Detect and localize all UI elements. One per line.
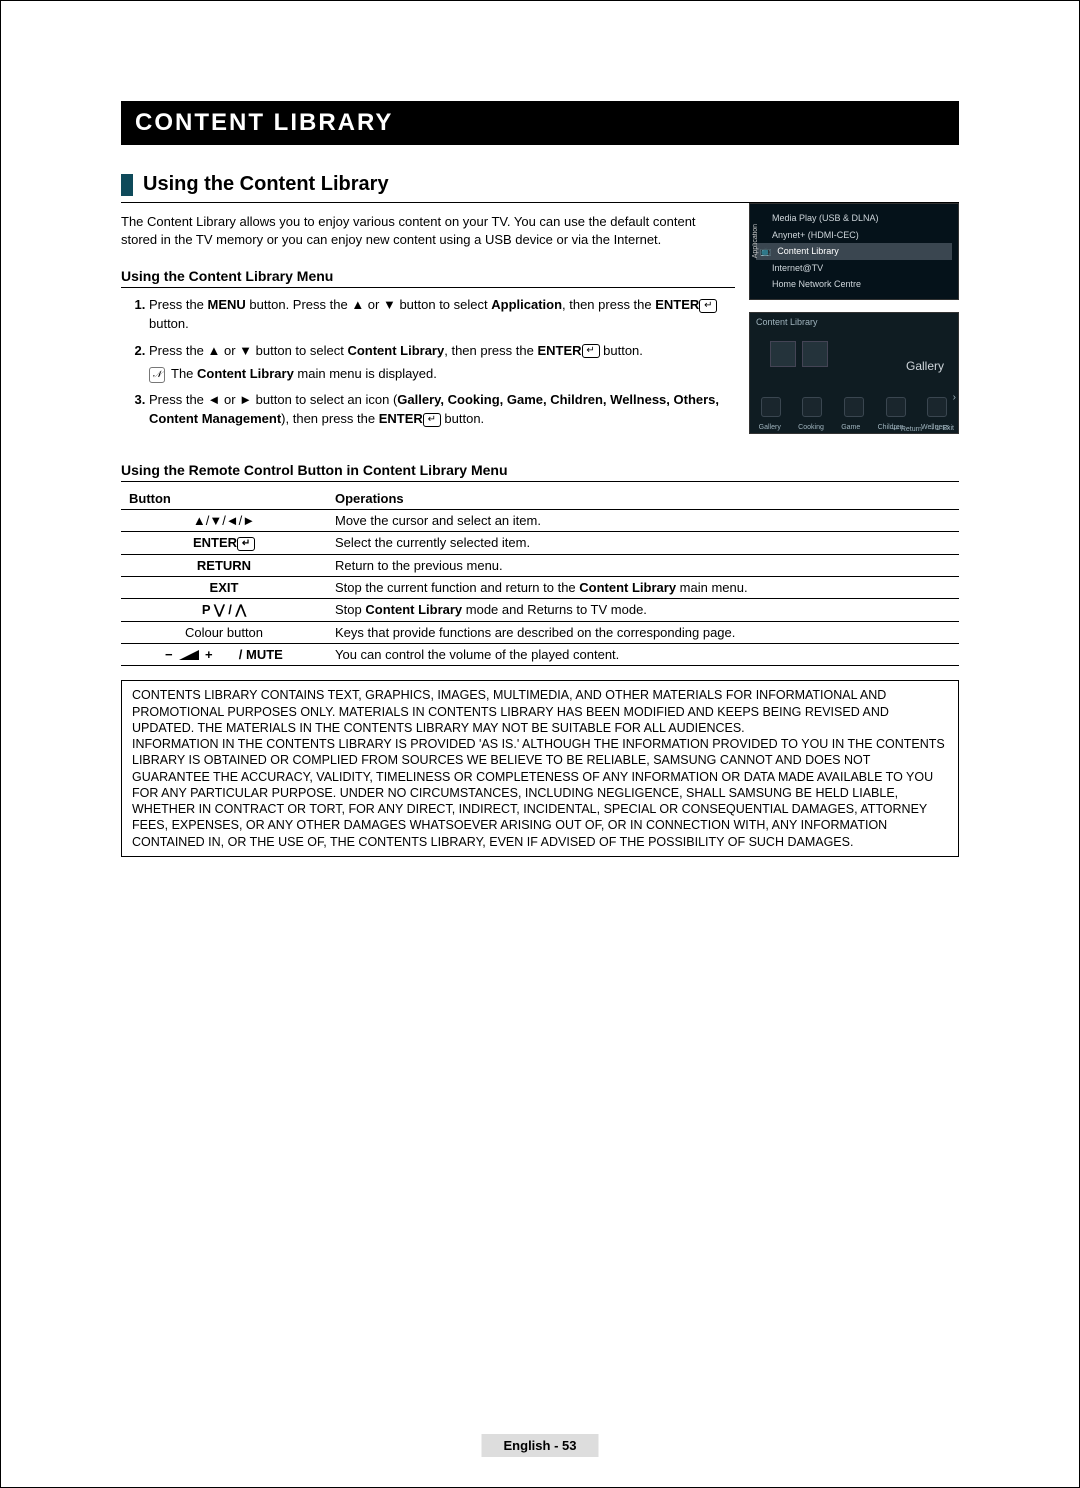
table-row: EXIT Stop the current function and retur… (121, 576, 959, 598)
enter-icon (423, 413, 441, 427)
volume-icon: − + (165, 648, 235, 662)
label-content-library: Content Library (347, 343, 444, 358)
text: button. (600, 343, 643, 358)
section-marker-icon (121, 174, 133, 196)
osd-content-library: Content Library Gallery › Gallery Cookin… (749, 312, 959, 434)
text: Press the ▲ or ▼ button to select (149, 343, 347, 358)
arrow-right-icon: › (953, 392, 956, 403)
text: , then press the (562, 297, 655, 312)
button-table: Button Operations ▲/▼/◄/► Move the curso… (121, 488, 959, 666)
text: button. Press the ▲ or ▼ button to selec… (246, 297, 491, 312)
text: button. (441, 411, 484, 426)
th-operations: Operations (327, 488, 959, 510)
btn-colour: Colour button (121, 621, 327, 643)
osd-item-homenetwork: Home Network Centre (756, 276, 952, 293)
table-row: − + / MUTE You can control the volume of… (121, 643, 959, 666)
table-row: RETURN Return to the previous menu. (121, 554, 959, 576)
osd2-selected-label: Gallery (906, 359, 944, 373)
enter-icon (699, 299, 717, 313)
svg-text:+: + (205, 648, 213, 662)
osd2-cat-gallery: Gallery (759, 424, 781, 431)
th-button: Button (121, 488, 327, 510)
osd-item-anynet: Anynet+ (HDMI-CEC) (756, 227, 952, 244)
table-row: Colour button Keys that provide function… (121, 621, 959, 643)
op-text: Keys that provide functions are describe… (327, 621, 959, 643)
chapter-header: CONTENT LIBRARY (121, 101, 959, 145)
note-text: The Content Library main menu is display… (171, 365, 437, 384)
page-footer: English - 53 (482, 1434, 599, 1457)
table-row: P ⋁ / ⋀ Stop Content Library mode and Re… (121, 598, 959, 621)
osd2-return: ↩ Return (893, 425, 922, 433)
op-text: Return to the previous menu. (327, 554, 959, 576)
svg-text:−: − (165, 648, 173, 662)
btn-return: RETURN (121, 554, 327, 576)
op-text: Stop the current function and return to … (327, 576, 959, 598)
text: ), then press the (281, 411, 379, 426)
note-icon: 𝒩 (149, 367, 165, 383)
btn-arrows: ▲/▼/◄/► (121, 510, 327, 532)
label-enter: ENTER (655, 297, 699, 312)
step-1: Press the MENU button. Press the ▲ or ▼ … (149, 296, 735, 334)
text: Press the ◄ or ► button to select an ico… (149, 392, 397, 407)
content-area: CONTENT LIBRARY Using the Content Librar… (121, 101, 959, 1387)
op-text: Move the cursor and select an item. (327, 510, 959, 532)
label-enter: ENTER (379, 411, 423, 426)
enter-icon (582, 344, 600, 358)
osd2-cat-game: Game (841, 424, 860, 431)
btn-p-updown: P ⋁ / ⋀ (121, 598, 327, 621)
osd-item-content-library: Content Library (756, 243, 952, 260)
op-text: Select the currently selected item. (327, 532, 959, 555)
label-enter: ENTER (537, 343, 581, 358)
osd-item-internettv: Internet@TV (756, 260, 952, 277)
text: Press the (149, 297, 208, 312)
enter-icon (237, 537, 255, 551)
osd2-title: Content Library (756, 317, 818, 327)
table-row: ENTER Select the currently selected item… (121, 532, 959, 555)
text: , then press the (444, 343, 537, 358)
text: main menu is displayed. (294, 366, 437, 381)
btn-vol-mute: − + / MUTE (121, 643, 327, 666)
table-row: ▲/▼/◄/► Move the cursor and select an it… (121, 510, 959, 532)
btn-enter: ENTER (121, 532, 327, 555)
subhead-menu: Using the Content Library Menu (121, 268, 735, 288)
osd2-category-icons (750, 397, 958, 417)
steps-list: Press the MENU button. Press the ▲ or ▼ … (121, 296, 735, 429)
osd-application-menu: Application Media Play (USB & DLNA) Anyn… (749, 203, 959, 300)
op-text: You can control the volume of the played… (327, 643, 959, 666)
table-header-row: Button Operations (121, 488, 959, 510)
intro-text: The Content Library allows you to enjoy … (121, 213, 735, 248)
subhead-remote: Using the Remote Control Button in Conte… (121, 462, 959, 482)
step-2: Press the ▲ or ▼ button to select Conten… (149, 342, 735, 384)
manual-page: CONTENT LIBRARY Using the Content Librar… (0, 0, 1080, 1488)
osd2-cat-cooking: Cooking (798, 424, 824, 431)
op-text: Stop Content Library mode and Returns to… (327, 598, 959, 621)
section-heading: Using the Content Library (121, 173, 959, 203)
disclaimer-box: CONTENTS LIBRARY CONTAINS TEXT, GRAPHICS… (121, 680, 959, 857)
text: The (171, 366, 197, 381)
label-application: Application (491, 297, 562, 312)
osd2-exit: →⎐ Exit (928, 425, 954, 433)
section-title: Using the Content Library (143, 173, 389, 196)
osd2-preview-icons (770, 341, 828, 367)
text: button. (149, 316, 189, 331)
footer-lang: English - (504, 1438, 563, 1453)
osd-item-mediaplay: Media Play (USB & DLNA) (756, 210, 952, 227)
disclaimer-p2: INFORMATION IN THE CONTENTS LIBRARY IS P… (132, 736, 948, 850)
step-3: Press the ◄ or ► button to select an ico… (149, 391, 735, 429)
footer-page-number: 53 (562, 1438, 576, 1453)
btn-exit: EXIT (121, 576, 327, 598)
disclaimer-p1: CONTENTS LIBRARY CONTAINS TEXT, GRAPHICS… (132, 687, 948, 736)
label-menu: MENU (208, 297, 246, 312)
label-content-library: Content Library (197, 366, 294, 381)
osd-tab-application: Application (752, 224, 759, 258)
